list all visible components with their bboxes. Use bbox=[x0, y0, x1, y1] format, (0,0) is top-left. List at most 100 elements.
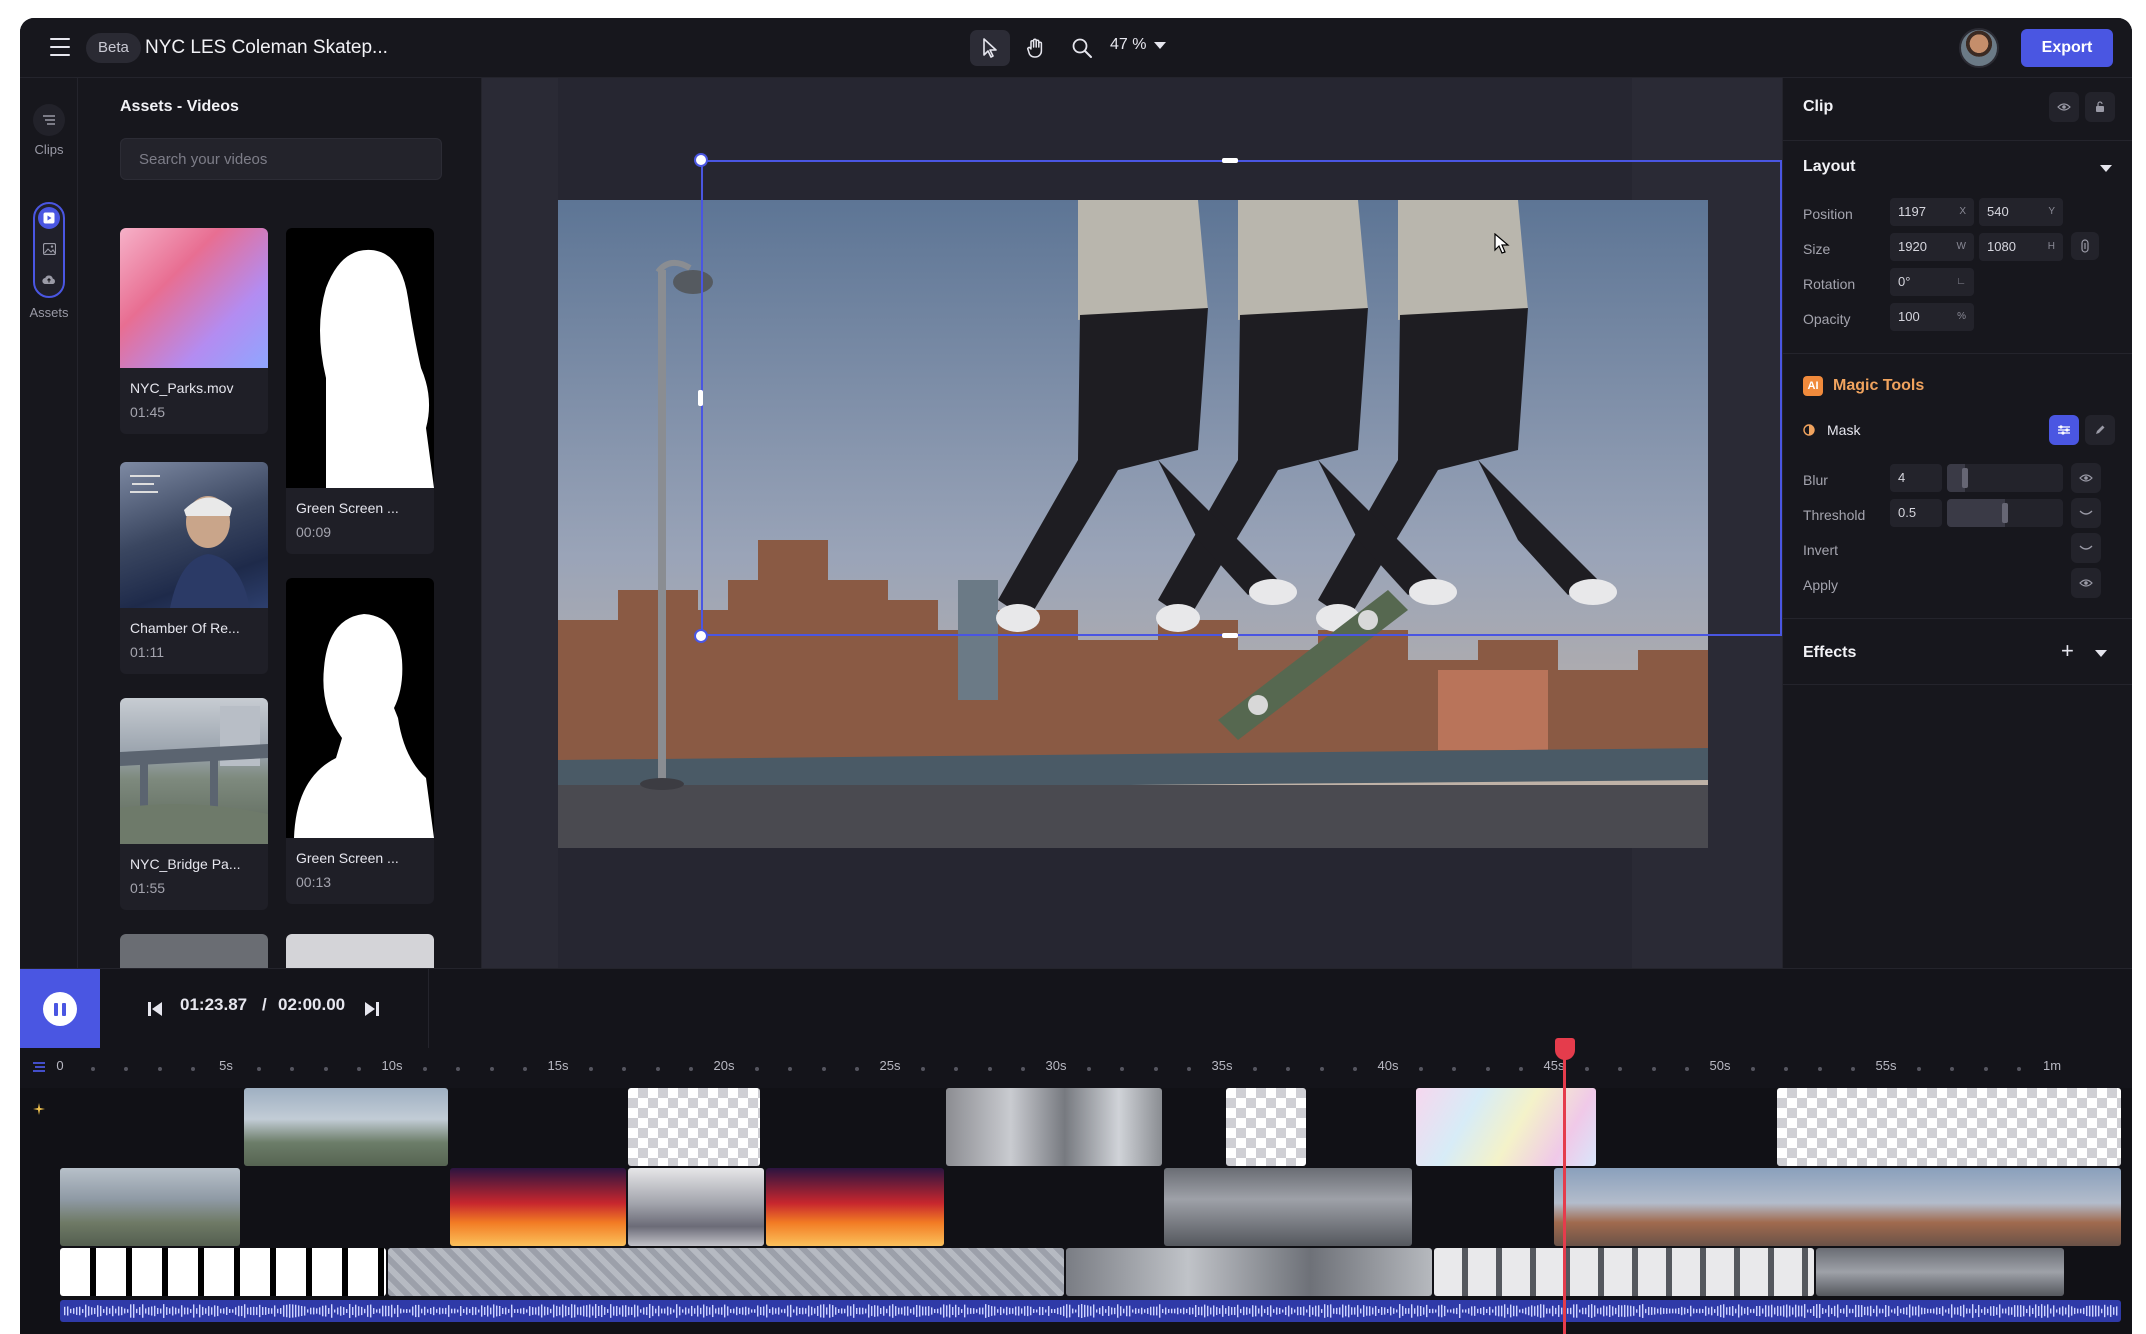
playhead-handle[interactable] bbox=[1555, 1038, 1575, 1060]
opacity-field[interactable]: 100% bbox=[1890, 303, 1974, 331]
blur-visibility-button[interactable] bbox=[2071, 463, 2101, 493]
asset-card[interactable]: Chamber Of Re... 01:11 bbox=[120, 462, 268, 674]
chevron-down-icon[interactable] bbox=[2100, 165, 2112, 172]
size-width-field[interactable]: 1920 W bbox=[1890, 233, 1974, 261]
cursor-arrow-icon bbox=[983, 38, 997, 58]
resize-handle[interactable] bbox=[694, 629, 708, 643]
clip-title: Clip bbox=[1803, 98, 1834, 115]
timeline-clip[interactable] bbox=[1816, 1248, 2064, 1296]
chevron-down-icon[interactable] bbox=[2095, 650, 2107, 657]
asset-card[interactable] bbox=[120, 934, 268, 968]
upload-assets-button[interactable] bbox=[38, 268, 60, 290]
resize-handle[interactable] bbox=[1222, 158, 1238, 163]
position-x-field[interactable]: 1197 X bbox=[1890, 198, 1974, 226]
rotation-field[interactable]: 0° ∟ bbox=[1890, 268, 1974, 296]
timeline-clip[interactable] bbox=[388, 1248, 1064, 1296]
position-y-field[interactable]: 540 Y bbox=[1979, 198, 2063, 226]
divider bbox=[1783, 140, 2132, 141]
visibility-button[interactable] bbox=[2049, 92, 2079, 122]
eye-icon bbox=[2057, 103, 2071, 111]
blur-slider[interactable] bbox=[1947, 464, 2063, 492]
timeline-clip[interactable] bbox=[60, 1168, 240, 1246]
timeline-clip[interactable] bbox=[450, 1168, 626, 1246]
resize-handle[interactable] bbox=[698, 390, 703, 406]
project-title[interactable]: NYC LES Coleman Skatep... bbox=[145, 34, 388, 62]
clips-button[interactable] bbox=[33, 104, 65, 136]
hamburger-menu-icon[interactable] bbox=[50, 38, 70, 56]
ruler-tick-label: 50s bbox=[1709, 1058, 1731, 1073]
timeline-clip[interactable] bbox=[766, 1168, 944, 1246]
ruler-tick-dot bbox=[688, 1067, 693, 1071]
selection-box[interactable] bbox=[701, 160, 1782, 636]
clips-label: Clips bbox=[34, 142, 64, 157]
unit-x: X bbox=[1959, 206, 1966, 217]
mask-settings-button[interactable] bbox=[2049, 415, 2079, 445]
cloud-upload-icon bbox=[42, 275, 55, 284]
export-button[interactable]: Export bbox=[2021, 29, 2113, 67]
resize-handle[interactable] bbox=[1222, 633, 1238, 638]
asset-card[interactable]: Green Screen ... 00:09 bbox=[286, 228, 434, 554]
slider-knob[interactable] bbox=[2002, 503, 2008, 523]
asset-thumbnail bbox=[120, 228, 268, 368]
ruler-tick-label: 55s bbox=[1875, 1058, 1897, 1073]
ruler-tick-dot bbox=[1153, 1067, 1158, 1071]
ruler-tick-dot bbox=[522, 1067, 527, 1071]
aspect-lock-button[interactable] bbox=[2071, 232, 2099, 260]
divider bbox=[1783, 618, 2132, 619]
audio-track[interactable] bbox=[60, 1300, 2121, 1322]
timeline-clip[interactable] bbox=[1066, 1248, 1432, 1296]
asset-card[interactable]: Green Screen ... 00:13 bbox=[286, 578, 434, 904]
search-input[interactable] bbox=[120, 138, 442, 180]
hand-tool-button[interactable] bbox=[1016, 30, 1056, 66]
asset-card[interactable]: NYC_Parks.mov 01:45 bbox=[120, 228, 268, 434]
asset-card[interactable]: NYC_Bridge Pa... 01:55 bbox=[120, 698, 268, 910]
skip-back-icon[interactable] bbox=[146, 1000, 164, 1018]
eye-closed-icon bbox=[2079, 510, 2093, 515]
user-avatar[interactable] bbox=[1959, 28, 1999, 68]
timeline-clip[interactable] bbox=[60, 1248, 386, 1296]
skip-forward-icon[interactable] bbox=[363, 1000, 381, 1018]
ruler-tick-dot bbox=[589, 1067, 594, 1071]
asset-duration: 01:11 bbox=[130, 644, 164, 660]
timeline-clip[interactable] bbox=[628, 1168, 764, 1246]
timeline-clip[interactable] bbox=[1554, 1168, 2121, 1246]
ruler-tick-label: 10s bbox=[381, 1058, 403, 1073]
zoom-tool-button[interactable] bbox=[1062, 30, 1102, 66]
timeline-clip[interactable] bbox=[244, 1088, 448, 1166]
timeline-ruler[interactable]: 0 5s 10s 15s 20s 25s 30s 35s 40s 45s 50s 55s 1m bbox=[20, 1048, 2132, 1088]
add-effect-icon[interactable]: + bbox=[2061, 638, 2074, 664]
threshold-field[interactable]: 0.5 bbox=[1890, 499, 1942, 527]
size-height-field[interactable]: 1080 H bbox=[1979, 233, 2063, 261]
apply-visibility-button[interactable] bbox=[2071, 568, 2101, 598]
timeline-menu-icon[interactable] bbox=[32, 1061, 46, 1073]
mask-edit-button[interactable] bbox=[2085, 415, 2115, 445]
asset-duration: 01:45 bbox=[130, 404, 166, 420]
invert-toggle-button[interactable] bbox=[2071, 533, 2101, 563]
timeline-clip[interactable] bbox=[1226, 1088, 1306, 1166]
ruler-tick-dot bbox=[423, 1067, 428, 1071]
timeline-clip[interactable] bbox=[628, 1088, 760, 1166]
timeline-clip[interactable] bbox=[1777, 1088, 2121, 1166]
preview-canvas[interactable] bbox=[482, 78, 1782, 968]
image-assets-button[interactable] bbox=[38, 238, 60, 260]
timeline-clip[interactable] bbox=[1164, 1168, 1412, 1246]
top-bar: Beta NYC LES Coleman Skatep... 47 % Expo… bbox=[20, 18, 2132, 78]
ruler-tick-dot bbox=[1319, 1067, 1324, 1071]
slider-knob[interactable] bbox=[1962, 468, 1968, 488]
asset-type-switcher bbox=[33, 202, 65, 298]
resize-handle[interactable] bbox=[694, 153, 708, 167]
timeline-clip[interactable] bbox=[1416, 1088, 1596, 1166]
video-assets-button[interactable] bbox=[38, 207, 60, 229]
blur-field[interactable]: 4 bbox=[1890, 464, 1942, 492]
threshold-slider[interactable] bbox=[1947, 499, 2063, 527]
threshold-toggle-button[interactable] bbox=[2071, 498, 2101, 528]
timeline-clip[interactable] bbox=[1434, 1248, 1814, 1296]
sparkle-icon[interactable] bbox=[32, 1102, 46, 1116]
ruler-tick-dot bbox=[1352, 1067, 1357, 1071]
timeline-clip[interactable] bbox=[946, 1088, 1162, 1166]
lock-button[interactable] bbox=[2085, 92, 2115, 122]
pause-button[interactable] bbox=[20, 969, 100, 1049]
select-tool-button[interactable] bbox=[970, 30, 1010, 66]
zoom-dropdown[interactable]: 47 % bbox=[1110, 36, 1167, 54]
asset-card[interactable] bbox=[286, 934, 434, 968]
